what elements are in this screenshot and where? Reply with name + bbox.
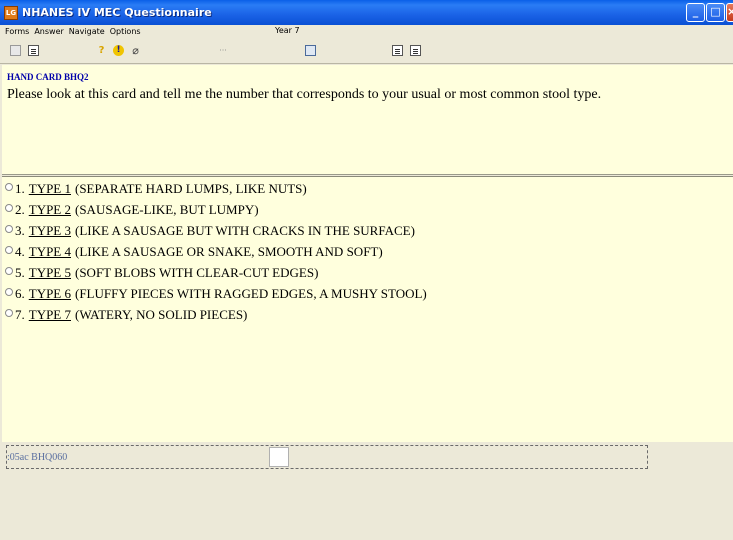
- radio-button[interactable]: [5, 182, 13, 191]
- minimize-button[interactable]: _: [686, 3, 705, 22]
- option-description: (SOFT BLOBS WITH CLEAR-CUT EDGES): [75, 265, 319, 280]
- window-title: NHANES IV MEC Questionnaire: [22, 6, 212, 19]
- title-bar[interactable]: LG NHANES IV MEC Questionnaire _ □ ×: [0, 0, 733, 25]
- more-icon: ···: [219, 46, 227, 55]
- option-number: 2.: [15, 202, 25, 217]
- option-description: (SEPARATE HARD LUMPS, LIKE NUTS): [75, 181, 307, 196]
- option-number: 4.: [15, 244, 25, 259]
- option-type-3[interactable]: 3. TYPE 3 (LIKE A SAUSAGE BUT WITH CRACK…: [5, 221, 415, 241]
- menu-options[interactable]: Options: [110, 27, 141, 36]
- status-bar: :05ac BHQ060: [6, 445, 648, 469]
- attachment-icon[interactable]: ⌀: [130, 45, 141, 56]
- radio-button[interactable]: [5, 287, 13, 296]
- option-description: (LIKE A SAUSAGE OR SNAKE, SMOOTH AND SOF…: [75, 244, 383, 259]
- answer-options-panel: 1. TYPE 1 (SEPARATE HARD LUMPS, LIKE NUT…: [2, 176, 733, 442]
- option-number: 3.: [15, 223, 25, 238]
- option-type-link[interactable]: TYPE 4: [29, 244, 71, 260]
- maximize-button[interactable]: □: [706, 3, 725, 22]
- option-description: (LIKE A SAUSAGE BUT WITH CRACKS IN THE S…: [75, 223, 415, 238]
- question-code: HAND CARD BHQ2: [7, 72, 89, 82]
- option-number: 5.: [15, 265, 25, 280]
- menu-forms[interactable]: Forms: [5, 27, 29, 36]
- radio-button[interactable]: [5, 224, 13, 233]
- option-number: 6.: [15, 286, 25, 301]
- search-document-icon[interactable]: [305, 45, 316, 56]
- option-type-link[interactable]: TYPE 7: [29, 307, 71, 323]
- copy-icon[interactable]: [10, 45, 21, 56]
- option-description: (WATERY, NO SOLID PIECES): [75, 307, 248, 322]
- option-type-6[interactable]: 6. TYPE 6 (FLUFFY PIECES WITH RAGGED EDG…: [5, 284, 427, 304]
- field-code: :05ac BHQ060: [7, 452, 68, 463]
- option-type-4[interactable]: 4. TYPE 4 (LIKE A SAUSAGE OR SNAKE, SMOO…: [5, 242, 383, 262]
- option-type-link[interactable]: TYPE 1: [29, 181, 71, 197]
- app-icon: LG: [4, 5, 18, 20]
- close-button[interactable]: ×: [726, 3, 733, 22]
- status-area: :05ac BHQ060: [0, 442, 733, 540]
- option-number: 1.: [15, 181, 25, 196]
- menu-answer[interactable]: Answer: [34, 27, 63, 36]
- option-type-1[interactable]: 1. TYPE 1 (SEPARATE HARD LUMPS, LIKE NUT…: [5, 179, 307, 199]
- info-icon[interactable]: !: [113, 45, 124, 56]
- option-type-link[interactable]: TYPE 2: [29, 202, 71, 218]
- toolbar: ? ! ⌀ ···: [0, 37, 733, 64]
- radio-button[interactable]: [5, 308, 13, 317]
- document-icon[interactable]: [28, 45, 39, 56]
- option-type-2[interactable]: 2. TYPE 2 (SAUSAGE-LIKE, BUT LUMPY): [5, 200, 259, 220]
- question-panel: HAND CARD BHQ2 Please look at this card …: [2, 65, 733, 175]
- menu-navigate[interactable]: Navigate: [69, 27, 105, 36]
- radio-button[interactable]: [5, 245, 13, 254]
- answer-input[interactable]: [269, 447, 289, 467]
- option-description: (SAUSAGE-LIKE, BUT LUMPY): [75, 202, 259, 217]
- prev-document-icon[interactable]: [392, 45, 403, 56]
- option-type-7[interactable]: 7. TYPE 7 (WATERY, NO SOLID PIECES): [5, 305, 247, 325]
- option-type-link[interactable]: TYPE 6: [29, 286, 71, 302]
- radio-button[interactable]: [5, 266, 13, 275]
- survey-year-label: Year 7: [275, 26, 300, 35]
- option-number: 7.: [15, 307, 25, 322]
- next-document-icon[interactable]: [410, 45, 421, 56]
- option-description: (FLUFFY PIECES WITH RAGGED EDGES, A MUSH…: [75, 286, 427, 301]
- option-type-5[interactable]: 5. TYPE 5 (SOFT BLOBS WITH CLEAR-CUT EDG…: [5, 263, 318, 283]
- option-type-link[interactable]: TYPE 5: [29, 265, 71, 281]
- radio-button[interactable]: [5, 203, 13, 212]
- help-icon[interactable]: ?: [96, 45, 107, 56]
- question-text: Please look at this card and tell me the…: [7, 87, 602, 102]
- option-type-link[interactable]: TYPE 3: [29, 223, 71, 239]
- menu-bar: Forms Answer Navigate Options Year 7: [0, 25, 733, 37]
